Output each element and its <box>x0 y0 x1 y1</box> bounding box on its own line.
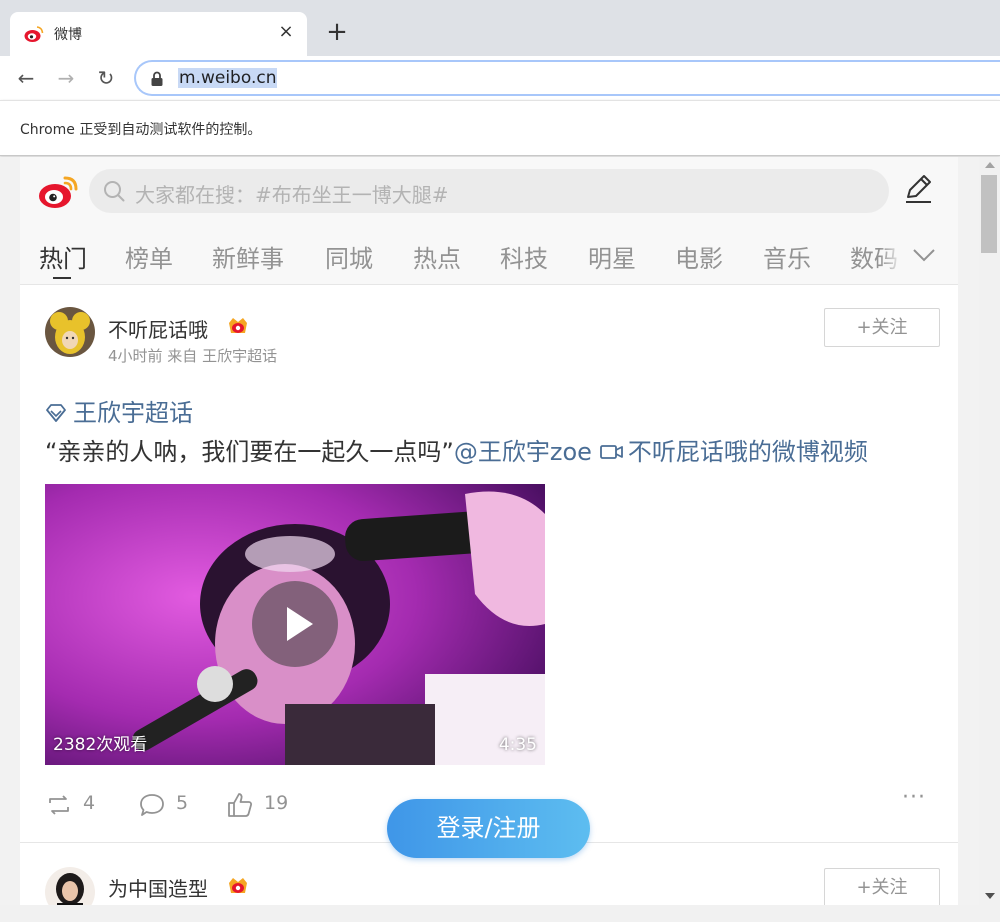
search-icon <box>104 181 125 202</box>
post-text: “亲亲的人呐，我们要在一起久一点吗”@王欣宇zoe 不听屁话哦的微博视频 <box>45 432 868 467</box>
user-name[interactable]: 为中国造型 <box>108 873 208 902</box>
tab-movies[interactable]: 电影 <box>675 239 723 274</box>
follow-button[interactable]: +关注 <box>824 868 940 905</box>
tab-close-icon[interactable]: × <box>275 21 297 42</box>
vip-badge-icon <box>229 878 247 893</box>
weibo-logo-icon[interactable] <box>38 173 80 209</box>
login-register-button[interactable]: 登录/注册 <box>387 799 590 858</box>
page-viewport: 大家都在搜：#布布坐王一博大腿# 热门 榜单 新鲜事 同城 热点 科技 明星 电… <box>0 157 980 905</box>
url-text[interactable]: m.weibo.cn <box>178 68 278 88</box>
video-player[interactable]: 2382次观看 4:35 <box>45 484 545 765</box>
vip-badge-icon <box>229 318 247 333</box>
play-button[interactable] <box>252 581 338 667</box>
bottom-strip <box>0 905 1000 922</box>
tab-hot[interactable]: 热门 <box>39 239 87 274</box>
post-meta: 4小时前 来自 王欣宇超话 <box>108 347 278 365</box>
diamond-icon <box>46 404 66 422</box>
comment-count: 5 <box>176 792 189 814</box>
user-name[interactable]: 不听屁话哦 <box>108 314 208 343</box>
avatar[interactable] <box>45 867 95 905</box>
topic-text: 王欣宇超话 <box>73 399 193 427</box>
weibo-favicon-icon <box>24 26 44 42</box>
scroll-up-arrow-icon[interactable] <box>985 162 995 168</box>
tab-local[interactable]: 同城 <box>325 239 373 274</box>
video-link[interactable]: 不听屁话哦的微博视频 <box>628 438 868 466</box>
reload-icon[interactable]: ↻ <box>92 64 120 92</box>
infobar-text: Chrome 正受到自动测试软件的控制。 <box>20 122 262 138</box>
avatar-image <box>45 867 95 905</box>
feed-post: 不听屁话哦 4小时前 来自 王欣宇超话 +关注 王欣宇超话 “亲亲的人呐，我们要… <box>20 285 958 843</box>
address-bar[interactable]: m.weibo.cn <box>134 60 1000 96</box>
video-view-count: 2382次观看 <box>53 735 148 755</box>
tab-title: 微博 <box>54 27 82 43</box>
vertical-scrollbar[interactable] <box>979 157 1000 905</box>
compose-icon[interactable] <box>900 171 936 207</box>
tab-ranking[interactable]: 榜单 <box>125 239 173 274</box>
forward-arrow-icon[interactable]: → <box>52 64 80 92</box>
search-bar[interactable]: 大家都在搜：#布布坐王一博大腿# <box>89 169 889 213</box>
avatar[interactable] <box>45 307 95 357</box>
lock-icon <box>151 71 163 86</box>
repost-count: 4 <box>83 792 96 814</box>
follow-button[interactable]: +关注 <box>824 308 940 347</box>
tab-music[interactable]: 音乐 <box>763 239 811 274</box>
browser-tabstrip: 微博 × + <box>0 0 1000 56</box>
scroll-thumb[interactable] <box>981 175 997 253</box>
tab-stars[interactable]: 明星 <box>588 239 636 274</box>
video-duration: 4:35 <box>498 735 537 755</box>
repost-icon <box>49 795 69 815</box>
tab-tech[interactable]: 科技 <box>500 239 548 274</box>
mention-link[interactable]: @王欣宇zoe <box>454 438 592 466</box>
topic-link[interactable]: 王欣宇超话 <box>45 393 193 428</box>
like-count: 19 <box>264 792 289 814</box>
scroll-down-arrow-icon[interactable] <box>985 893 995 899</box>
browser-tab[interactable]: 微博 × <box>10 12 307 56</box>
chevron-down-icon[interactable] <box>912 243 936 267</box>
play-icon <box>287 607 313 641</box>
tab-fresh[interactable]: 新鲜事 <box>212 239 284 274</box>
automation-infobar: Chrome 正受到自动测试软件的控制。 <box>0 100 1000 156</box>
tab-trending[interactable]: 热点 <box>413 239 461 274</box>
back-arrow-icon[interactable]: ← <box>12 64 40 92</box>
thumbs-up-icon <box>228 793 253 817</box>
comment-icon <box>140 794 164 816</box>
new-tab-button[interactable]: + <box>324 17 350 47</box>
search-placeholder: 大家都在搜：#布布坐王一博大腿# <box>135 183 449 207</box>
channel-tabs: 热门 榜单 新鲜事 同城 热点 科技 明星 电影 音乐 数码 <box>20 233 958 279</box>
more-options-icon[interactable]: ··· <box>902 785 926 810</box>
browser-toolbar: ← → ↻ m.weibo.cn <box>0 56 1000 100</box>
avatar-image <box>45 307 95 357</box>
weibo-app: 大家都在搜：#布布坐王一博大腿# 热门 榜单 新鲜事 同城 热点 科技 明星 电… <box>20 157 958 905</box>
app-header: 大家都在搜：#布布坐王一博大腿# 热门 榜单 新鲜事 同城 热点 科技 明星 电… <box>20 157 958 285</box>
active-tab-indicator <box>53 277 71 279</box>
post-quote: “亲亲的人呐，我们要在一起久一点吗” <box>45 438 454 466</box>
video-camera-icon <box>600 445 623 459</box>
